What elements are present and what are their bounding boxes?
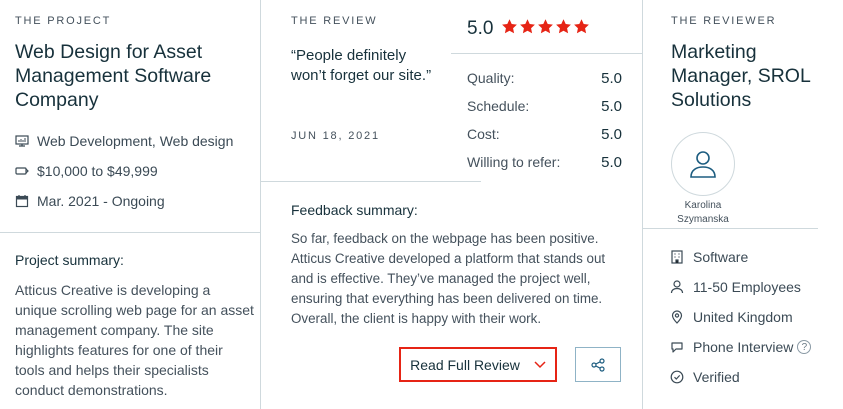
- check-circle-icon: [669, 369, 685, 385]
- services-row: Web Development, Web design: [15, 133, 233, 149]
- dates-row: Mar. 2021 - Ongoing: [15, 193, 165, 209]
- divider: [642, 228, 818, 229]
- project-summary-label: Project summary:: [15, 252, 124, 268]
- avatar: [671, 132, 735, 196]
- rating-value: 5.0: [601, 70, 622, 87]
- share-icon: [591, 357, 605, 372]
- verified-text: Verified: [693, 369, 740, 385]
- feedback-summary-text: So far, feedback on the webpage has been…: [291, 231, 606, 326]
- divider: [451, 53, 642, 54]
- industry-text: Software: [693, 249, 749, 265]
- help-icon[interactable]: ?: [797, 340, 812, 354]
- feedback-summary-label: Feedback summary:: [291, 202, 418, 218]
- divider: [261, 181, 481, 182]
- chevron-down-icon: [534, 360, 546, 368]
- chat-bubble-icon: [669, 339, 685, 355]
- industry-row: Software: [669, 249, 748, 265]
- review-column: THE REVIEW “People definitely won’t forg…: [260, 0, 643, 409]
- rating-value: 5.0: [601, 98, 622, 115]
- rating-row-cost: Cost: 5.0: [467, 126, 622, 143]
- divider: [0, 232, 260, 233]
- calendar-icon: [15, 194, 29, 208]
- reviewer-column: THE REVIEWER Marketing Manager, SROL Sol…: [642, 0, 843, 409]
- dates-text: Mar. 2021 - Ongoing: [37, 193, 165, 209]
- read-full-review-label: Read Full Review: [410, 356, 520, 373]
- rating-label: Quality:: [467, 70, 515, 86]
- verified-row: Verified: [669, 369, 740, 385]
- location-pin-icon: [669, 309, 685, 325]
- budget-row: $10,000 to $49,999: [15, 163, 158, 179]
- company-size-text: 11-50 Employees: [693, 279, 801, 295]
- services-text: Web Development, Web design: [37, 133, 234, 149]
- interview-text: Phone Interview: [693, 339, 794, 355]
- building-icon: [669, 249, 685, 265]
- location-row: United Kingdom: [669, 309, 793, 325]
- star-icon: [556, 19, 571, 34]
- review-quote: “People definitely won’t forget our site…: [291, 47, 432, 84]
- price-tag-icon: [15, 164, 29, 178]
- star-icon: [520, 19, 535, 34]
- project-section-label: THE PROJECT: [15, 15, 112, 27]
- reviewer-title: Marketing Manager, SROL Solutions: [671, 41, 811, 111]
- person-icon: [669, 279, 685, 295]
- user-icon: [690, 151, 716, 178]
- company-size-row: 11-50 Employees: [669, 279, 801, 295]
- project-title: Web Design for Asset Management Software…: [15, 41, 212, 111]
- project-summary-text: Atticus Creative is developing a unique …: [15, 282, 254, 398]
- star-icon: [502, 19, 517, 34]
- review-section-label: THE REVIEW: [291, 15, 378, 27]
- reviewer-name: Karolina Szymanska: [677, 200, 729, 225]
- star-rating: [501, 18, 591, 35]
- project-column: THE PROJECT Web Design for Asset Managem…: [0, 0, 260, 409]
- overall-score: 5.0: [467, 18, 494, 39]
- monitor-icon: [15, 134, 29, 148]
- rating-row-willing-to-refer: Willing to refer: 5.0: [467, 154, 622, 171]
- rating-label: Schedule:: [467, 98, 530, 114]
- rating-row-quality: Quality: 5.0: [467, 70, 622, 87]
- interview-row: Phone Interview ?: [669, 339, 812, 355]
- rating-label: Cost:: [467, 126, 500, 142]
- reviewer-section-label: THE REVIEWER: [671, 15, 777, 27]
- location-text: United Kingdom: [693, 309, 793, 325]
- rating-value: 5.0: [601, 126, 622, 143]
- share-button[interactable]: [575, 347, 621, 382]
- star-icon: [574, 19, 589, 34]
- review-date: JUN 18, 2021: [291, 130, 380, 142]
- rating-label: Willing to refer:: [467, 154, 561, 170]
- rating-row-schedule: Schedule: 5.0: [467, 98, 622, 115]
- rating-value: 5.0: [601, 154, 622, 171]
- star-icon: [538, 19, 553, 34]
- read-full-review-button[interactable]: Read Full Review: [399, 347, 557, 382]
- budget-text: $10,000 to $49,999: [37, 163, 158, 179]
